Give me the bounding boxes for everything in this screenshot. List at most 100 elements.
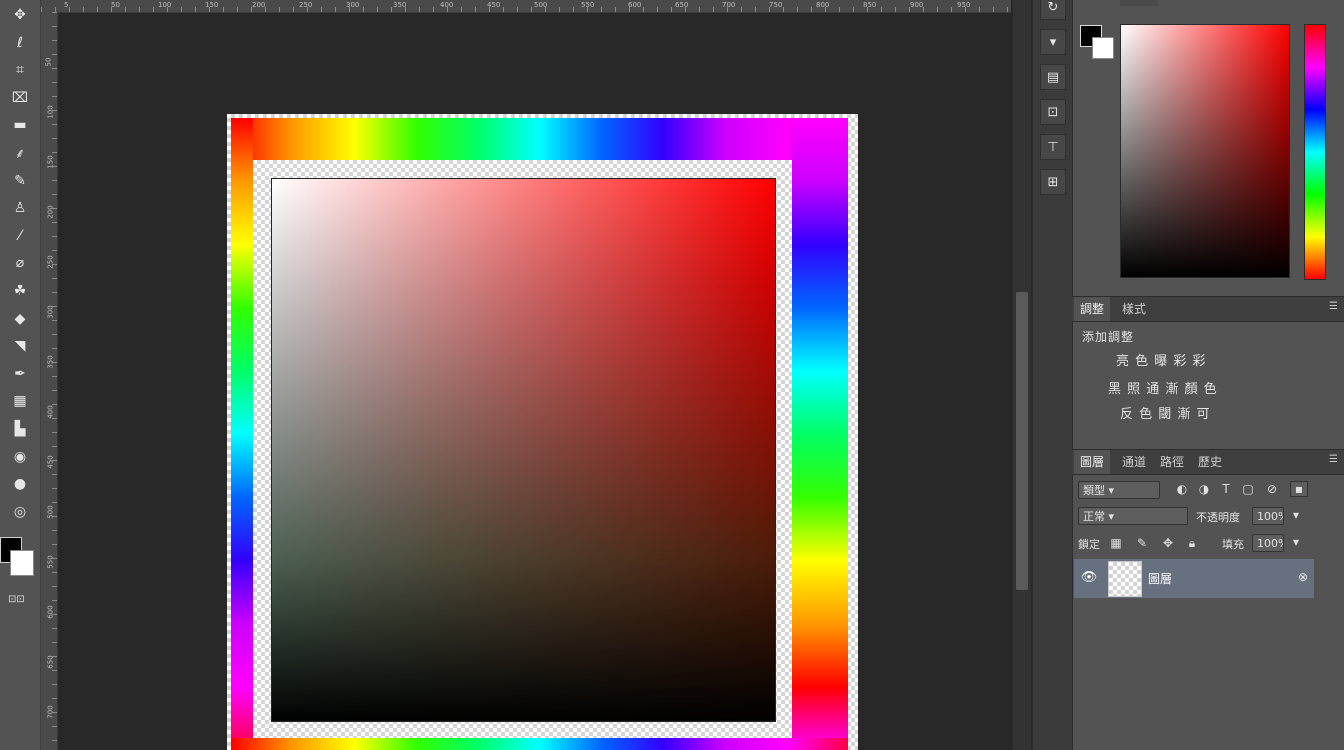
tab-adjustments[interactable]: 調整 xyxy=(1074,297,1111,321)
color-gradient-square xyxy=(271,178,776,722)
hand-tool-icon[interactable]: ● xyxy=(8,473,32,495)
color-panel-background-swatch[interactable] xyxy=(1092,37,1114,59)
move-tool-icon[interactable]: ✥ xyxy=(8,4,32,26)
character-icon[interactable]: ⊞ xyxy=(1040,169,1066,195)
visibility-eye-icon[interactable]: 👁︎ xyxy=(1080,569,1098,587)
tab-history[interactable]: 歷史 xyxy=(1192,450,1228,474)
ruler-horizontal-label: 300 xyxy=(346,1,360,9)
opacity-dropdown-icon[interactable]: ▾ xyxy=(1288,508,1304,522)
history-brush-tool-icon[interactable]: ⁄ xyxy=(8,225,32,247)
ruler-vertical-label: 150 xyxy=(46,155,55,169)
fill-dropdown-icon[interactable]: ▾ xyxy=(1288,535,1304,549)
ruler-horizontal-label: 600 xyxy=(628,1,642,9)
ruler-vertical-label: 100 xyxy=(46,105,55,119)
filter-smart-object-icon[interactable]: ⊘ xyxy=(1264,482,1280,496)
gradient-tool-icon[interactable]: ☘ xyxy=(8,280,32,302)
ruler-horizontal-label: 450 xyxy=(487,1,501,9)
lock-all-icon[interactable]: 🔒︎ xyxy=(1184,536,1200,551)
ruler-horizontal-label: 50 xyxy=(111,1,120,9)
layers-panel-menu-icon[interactable]: ☰ xyxy=(1329,454,1338,465)
lock-label: 鎖定 xyxy=(1078,538,1100,551)
ruler-vertical-label: 300 xyxy=(46,305,55,319)
adjustments-row-3[interactable]: 反 色 閾 漸 可 xyxy=(1120,403,1211,422)
paragraph-icon[interactable]: ⊤ xyxy=(1040,134,1066,160)
healing-brush-tool-icon[interactable]: ⸙ xyxy=(8,142,32,164)
ruler-vertical xyxy=(41,12,58,750)
properties-icon[interactable]: ▤ xyxy=(1040,64,1066,90)
filter-pixel-icon[interactable]: ◐ xyxy=(1174,482,1190,496)
lock-position-icon[interactable]: ✥ xyxy=(1160,536,1176,550)
opacity-field[interactable]: 100% xyxy=(1252,507,1284,525)
ruler-vertical-label: 650 xyxy=(46,655,55,669)
background-color-swatch[interactable] xyxy=(10,550,34,576)
blur-tool-icon[interactable]: ◆ xyxy=(8,308,32,330)
ruler-horizontal-label: 550 xyxy=(581,1,595,9)
blend-mode-select[interactable]: 正常 ▾ xyxy=(1078,507,1188,525)
actions-icon[interactable]: ▾ xyxy=(1040,29,1066,55)
adjustments-title: 添加調整 xyxy=(1082,330,1135,344)
layer-filter-select[interactable]: 類型 ▾ xyxy=(1078,481,1160,499)
tab-styles[interactable]: 樣式 xyxy=(1116,297,1152,321)
adjustments-tabbar: 調整 樣式 ☰ xyxy=(1072,296,1344,322)
lock-transparent-icon[interactable]: ▦ xyxy=(1108,536,1124,550)
ruler-horizontal-label: 150 xyxy=(205,1,219,9)
zoom-tool-icon[interactable]: ◎ xyxy=(8,501,32,523)
brush-tool-icon[interactable]: ✎ xyxy=(8,170,32,192)
lasso-tool-icon[interactable]: ℓ xyxy=(8,32,32,54)
layers-tabbar: 圖層 通道 路徑 歷史 ☰ xyxy=(1072,449,1344,475)
layer-thumbnail[interactable] xyxy=(1108,561,1142,597)
clone-stamp-tool-icon[interactable]: ♙ xyxy=(8,197,32,219)
ruler-vertical-label: 700 xyxy=(46,705,55,719)
scrollbar-thumb[interactable] xyxy=(1016,292,1028,590)
ruler-vertical-label: 250 xyxy=(46,255,55,269)
quick-mask-toggle[interactable]: ⊡⊡ xyxy=(8,594,25,605)
rainbow-frame-right xyxy=(792,118,848,750)
path-select-tool-icon[interactable]: ▙ xyxy=(8,418,32,440)
libraries-icon[interactable]: ⊡ xyxy=(1040,99,1066,125)
ruler-horizontal-label: 200 xyxy=(252,1,266,9)
filter-toggle-icon[interactable]: ▪ xyxy=(1290,481,1308,497)
ruler-vertical-label: 550 xyxy=(46,555,55,569)
adjustments-row-1[interactable]: 亮 色 曝 彩 彩 xyxy=(1116,350,1207,369)
filter-shape-icon[interactable]: ▢ xyxy=(1240,482,1256,496)
eyedropper-tool-icon[interactable]: ▬ xyxy=(8,114,32,136)
ruler-horizontal-label: 5 xyxy=(64,1,69,9)
layer-lock-icon[interactable]: ⊗ xyxy=(1298,570,1308,584)
shape-tool-icon[interactable]: ◉ xyxy=(8,446,32,468)
panel-menu-icon[interactable]: ☰ xyxy=(1329,301,1338,312)
rainbow-frame-bottom xyxy=(231,738,848,750)
tab-layers[interactable]: 圖層 xyxy=(1074,450,1111,474)
hue-slider[interactable] xyxy=(1304,24,1326,280)
color-picker-field[interactable] xyxy=(1120,24,1290,278)
layer-filter-label: 類型 xyxy=(1083,484,1105,497)
ruler-horizontal-label: 650 xyxy=(675,1,689,9)
ruler-horizontal-label: 700 xyxy=(722,1,736,9)
tab-channels[interactable]: 通道 xyxy=(1116,450,1152,474)
ruler-horizontal-label: 500 xyxy=(534,1,548,9)
filter-adjustment-icon[interactable]: ◑ xyxy=(1196,482,1212,496)
color-panel-tab[interactable] xyxy=(1120,0,1158,6)
tab-paths[interactable]: 路徑 xyxy=(1154,450,1190,474)
fill-field[interactable]: 100% xyxy=(1252,534,1284,552)
ruler-horizontal-label: 800 xyxy=(816,1,830,9)
ruler-vertical-label: 350 xyxy=(46,355,55,369)
history-icon[interactable]: ↻ xyxy=(1040,0,1066,20)
blend-mode-label: 正常 xyxy=(1083,510,1105,523)
ruler-vertical-label: 200 xyxy=(46,205,55,219)
adjustments-row-2[interactable]: 黑 照 通 漸 顏 色 xyxy=(1108,378,1218,397)
ruler-horizontal-label: 850 xyxy=(863,1,877,9)
ruler-vertical-label: 500 xyxy=(46,505,55,519)
pen-tool-icon[interactable]: ✒ xyxy=(8,363,32,385)
crop-tool-icon[interactable]: ⌧ xyxy=(8,87,32,109)
ruler-horizontal-label: 250 xyxy=(299,1,313,9)
layer-name[interactable]: 圖層 xyxy=(1148,570,1172,587)
ruler-vertical-label: 400 xyxy=(46,405,55,419)
eraser-tool-icon[interactable]: ⌀ xyxy=(8,252,32,274)
filter-type-icon[interactable]: T xyxy=(1218,482,1234,496)
type-tool-icon[interactable]: ▦ xyxy=(8,390,32,412)
quick-select-tool-icon[interactable]: ⌗ xyxy=(8,59,32,81)
lock-pixels-icon[interactable]: ✎ xyxy=(1134,536,1150,550)
dodge-tool-icon[interactable]: ◥ xyxy=(8,335,32,357)
ruler-horizontal-label: 950 xyxy=(957,1,971,9)
opacity-label: 不透明度 xyxy=(1196,511,1240,524)
